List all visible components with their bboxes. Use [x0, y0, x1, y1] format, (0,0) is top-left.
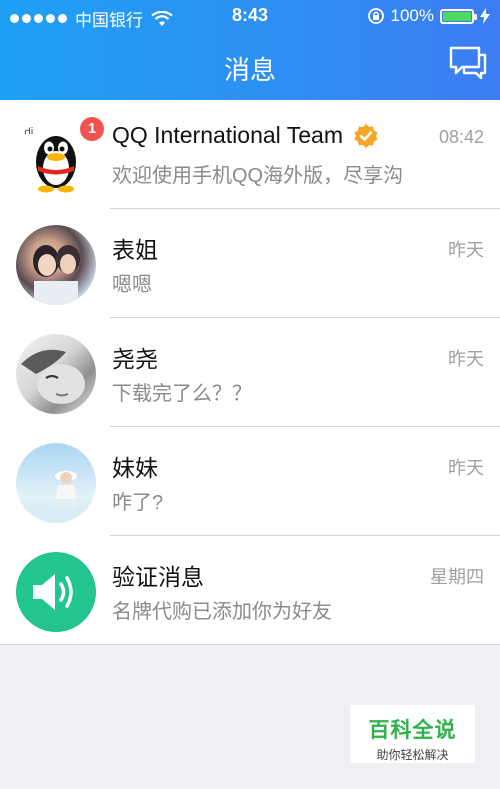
conversation-name: 表姐: [112, 237, 158, 263]
avatar[interactable]: [16, 334, 96, 414]
conversation-row-qq-team[interactable]: Hi 1 QQ International Team 欢迎使用手机QQ海外版，尽…: [0, 100, 500, 209]
conversation-name: 尧尧: [112, 346, 158, 372]
conversation-row-verification[interactable]: 验证消息 名牌代购已添加你为好友 星期四: [0, 536, 500, 645]
conversation-row-yaoyao[interactable]: 尧尧 下载完了么？？ 昨天: [0, 318, 500, 427]
conversation-name: QQ International Team: [112, 122, 343, 148]
message-preview: 名牌代购已添加你为好友: [112, 601, 332, 623]
page-title: 消息: [223, 55, 276, 85]
message-time: 昨天: [448, 458, 484, 478]
unread-badge: 1: [80, 117, 104, 141]
avatar[interactable]: [16, 552, 96, 632]
watermark-subtitle: 助你轻松解决: [376, 748, 449, 762]
battery-icon: [440, 8, 477, 24]
photo-avatar-couple: [33, 245, 80, 305]
message-preview: 咋了?: [112, 492, 164, 514]
speaker-icon: [33, 574, 73, 610]
avatar[interactable]: [16, 225, 96, 305]
photo-avatar-girl-beach: [16, 471, 96, 523]
message-preview: 下载完了么？？: [112, 383, 252, 405]
conversation-name: 验证消息: [112, 564, 204, 590]
charging-icon: [480, 8, 490, 24]
navigation-header: 中国银行 8:43 100% 消息: [0, 0, 500, 100]
verified-badge-icon: [354, 123, 378, 148]
status-bar: 中国银行 8:43 100%: [0, 0, 500, 32]
conversation-row-meimei[interactable]: 妹妹 咋了? 昨天: [0, 427, 500, 536]
message-time: 昨天: [448, 349, 484, 369]
message-preview: 欢迎使用手机QQ海外版，尽享沟: [112, 165, 404, 187]
message-time: 08:42: [438, 127, 484, 147]
photo-avatar-face: [21, 349, 85, 404]
conversation-name: 妹妹: [112, 455, 158, 481]
battery-percent: 100%: [390, 6, 434, 25]
watermark-title: 百科全说: [368, 719, 457, 742]
rotation-lock-icon: [367, 8, 384, 24]
avatar[interactable]: [16, 443, 96, 523]
conversation-list: Hi 1 QQ International Team 欢迎使用手机QQ海外版，尽…: [0, 100, 500, 645]
conversation-row-biaojie[interactable]: 表姐 嗯嗯 昨天: [0, 209, 500, 318]
watermark-logo: 百科全说 助你轻松解决: [350, 705, 475, 763]
svg-text:Hi: Hi: [24, 127, 33, 137]
message-time: 星期四: [430, 567, 484, 587]
message-preview: 嗯嗯: [112, 274, 152, 296]
chat-bubbles-icon[interactable]: [448, 45, 488, 81]
message-time: 昨天: [448, 240, 484, 260]
